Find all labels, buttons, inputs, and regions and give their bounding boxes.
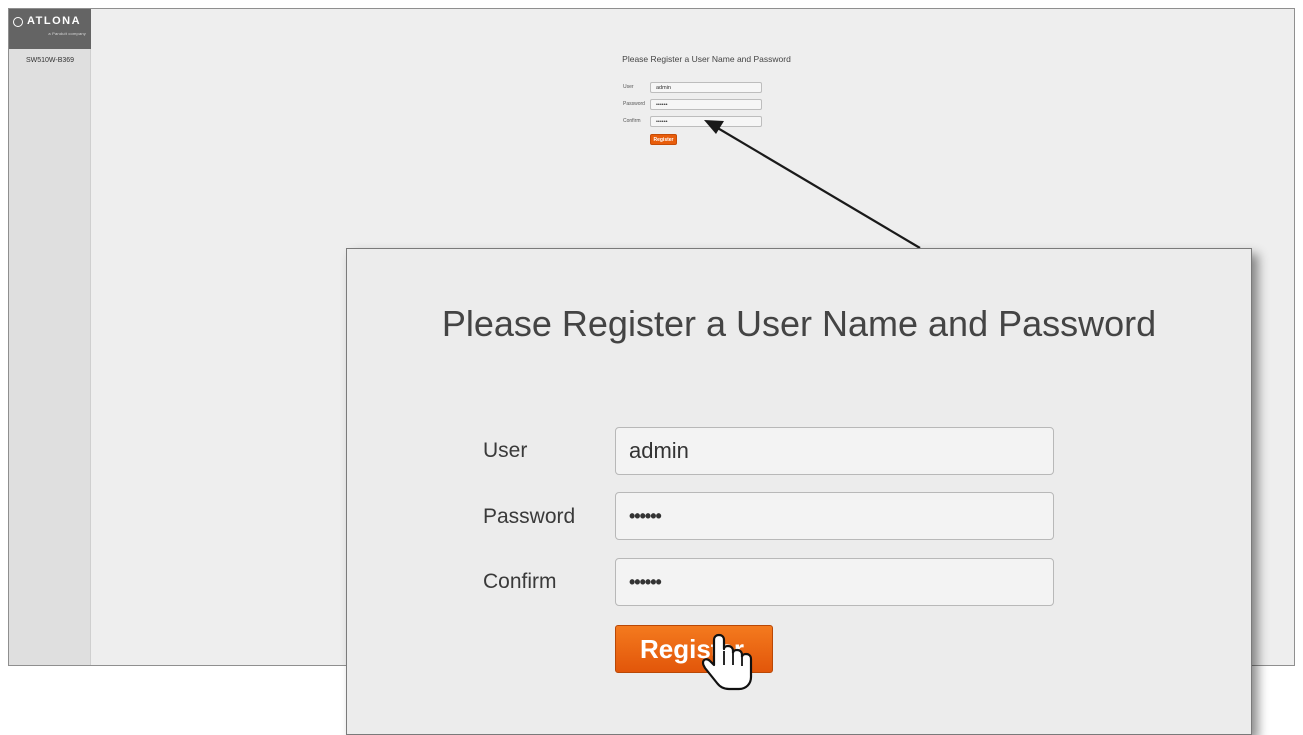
zoom-callout: Please Register a User Name and Password… [346, 248, 1252, 735]
brand-name: ATLONA [27, 15, 82, 27]
device-name[interactable]: SW510W-B369 [9, 57, 91, 64]
user-input[interactable]: admin [650, 82, 762, 93]
sidebar: ATLONA a Panduit company SW510W-B369 [9, 9, 91, 665]
zoom-user-input[interactable]: admin [615, 427, 1054, 475]
hand-pointer-icon [701, 633, 753, 691]
user-label: User [623, 84, 634, 90]
logo-bar: ATLONA a Panduit company [9, 9, 91, 49]
zoom-confirm-input[interactable]: •••••• [615, 558, 1054, 606]
atlona-logo-icon [13, 17, 23, 27]
zoom-password-input[interactable]: •••••• [615, 492, 1054, 540]
zoom-page-title: Please Register a User Name and Password [441, 303, 1157, 344]
password-label: Password [623, 101, 645, 107]
confirm-label: Confirm [623, 118, 641, 124]
brand-tagline: a Panduit company [48, 31, 86, 36]
page-title: Please Register a User Name and Password [622, 54, 791, 64]
zoom-confirm-label: Confirm [483, 570, 557, 593]
confirm-input[interactable]: •••••• [650, 116, 762, 127]
register-button[interactable]: Register [650, 134, 677, 145]
password-input[interactable]: •••••• [650, 99, 762, 110]
zoom-password-label: Password [483, 505, 576, 528]
zoom-user-label: User [483, 439, 528, 462]
